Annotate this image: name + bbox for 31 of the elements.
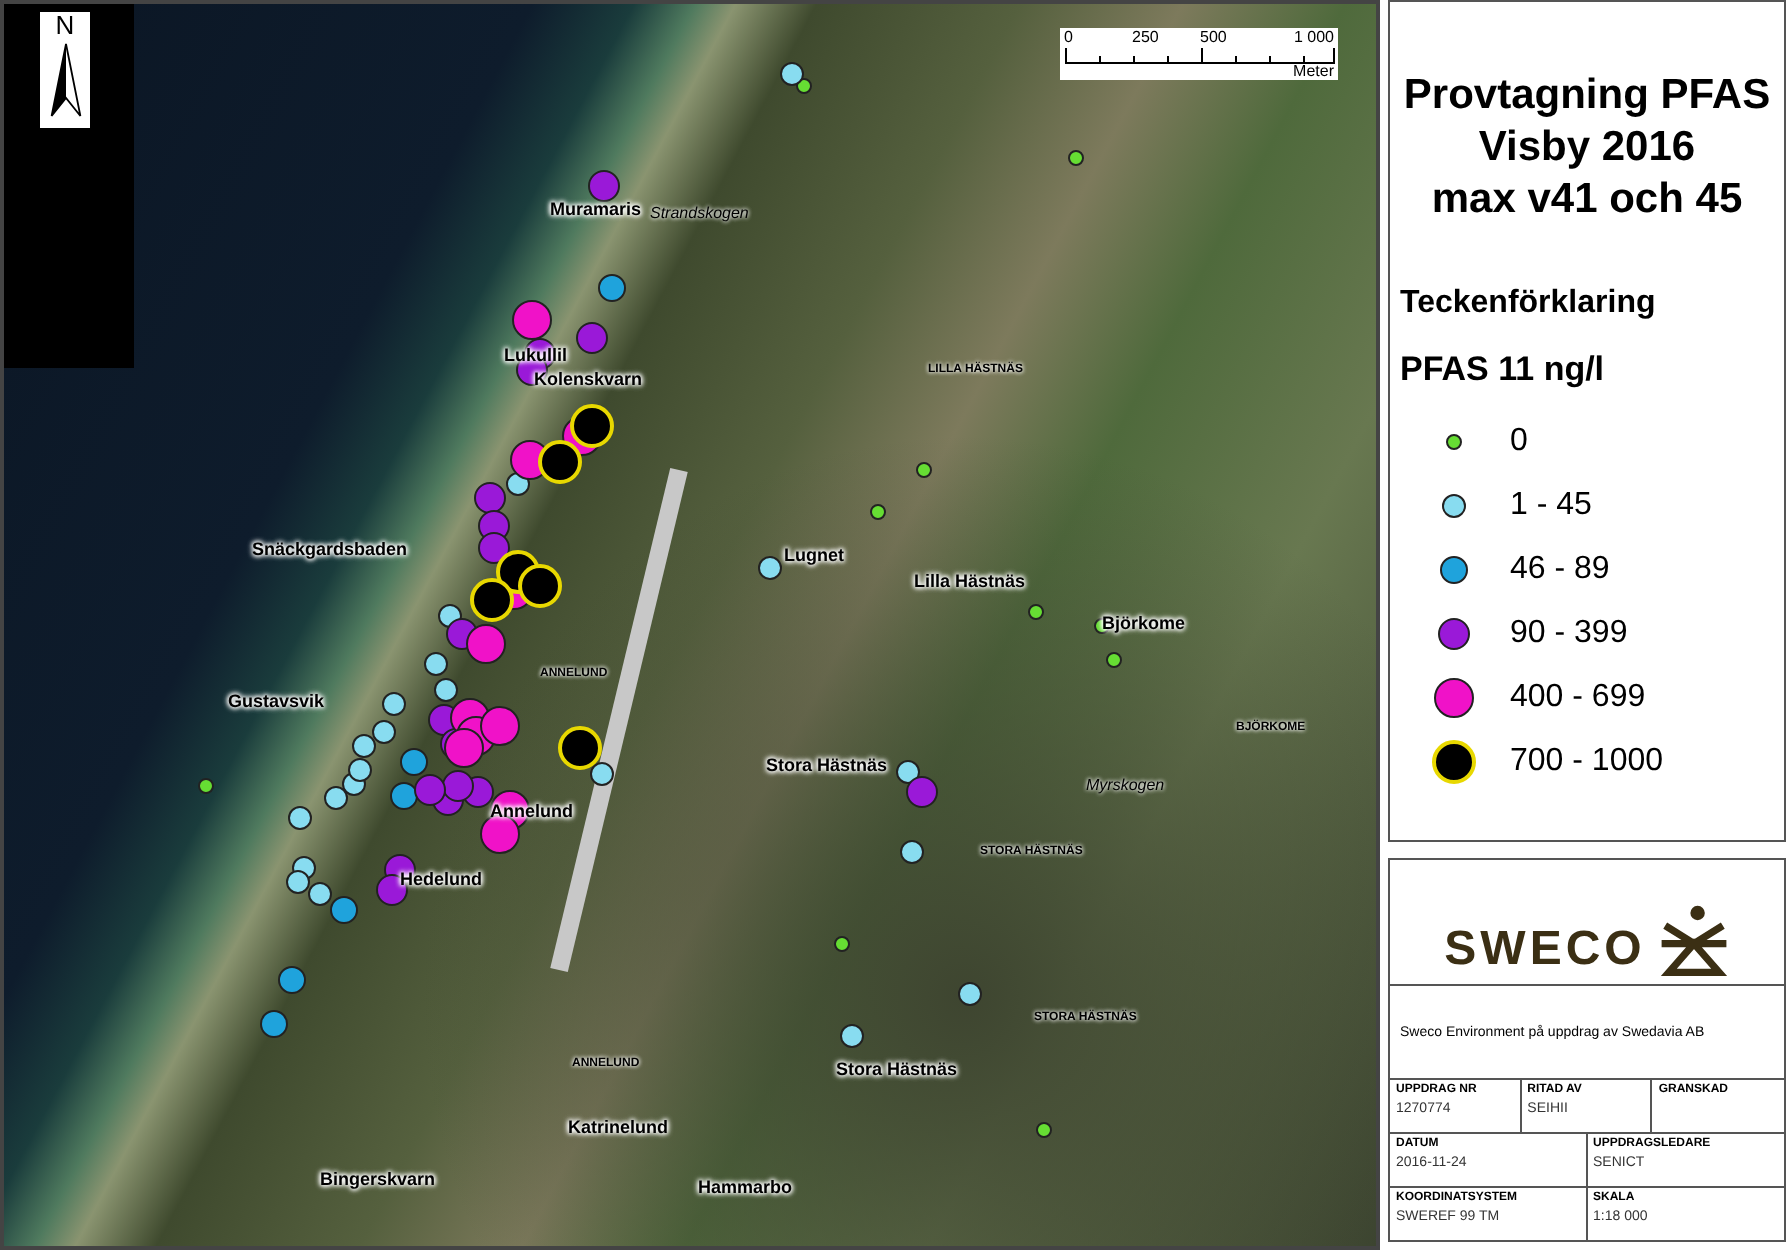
place-label: Stora Hästnäs bbox=[836, 1061, 958, 1079]
scale-label: 250 bbox=[1132, 28, 1159, 48]
legend-label: 46 - 89 bbox=[1510, 552, 1610, 588]
place-label: Stora Hästnäs bbox=[766, 757, 888, 775]
figure-logo-icon bbox=[1657, 904, 1730, 976]
scale-label: 1 000 bbox=[1293, 28, 1334, 48]
legend-label: 400 - 699 bbox=[1510, 680, 1646, 716]
legend-label: 700 - 1000 bbox=[1510, 744, 1664, 780]
legend-subheading: PFAS 11 ng/l bbox=[1400, 350, 1607, 390]
scale-label: 0 bbox=[1064, 28, 1073, 48]
place-label: Myrskogen bbox=[1086, 778, 1165, 794]
map-title: max v41 och 45 bbox=[1431, 174, 1743, 226]
place-label: Gustavsvik bbox=[228, 693, 325, 711]
legend-heading: Teckenförklaring bbox=[1400, 286, 1658, 322]
legend-label: 1 - 45 bbox=[1510, 488, 1592, 524]
map-title: Visby 2016 bbox=[1478, 122, 1696, 174]
place-label: Lugnet bbox=[784, 547, 844, 565]
map-title: Provtagning PFAS bbox=[1403, 70, 1771, 122]
scale-unit: Meter bbox=[1293, 64, 1334, 80]
north-label: N bbox=[55, 12, 75, 40]
place-label: Lilla Hästnäs bbox=[914, 573, 1026, 591]
place-label: Katrinelund bbox=[568, 1119, 669, 1137]
company-logo-text: SWECO bbox=[1444, 924, 1646, 976]
legend-label: 90 - 399 bbox=[1510, 616, 1628, 652]
place-label: Strandskogen bbox=[650, 206, 749, 222]
place-label: Muramaris bbox=[550, 201, 642, 219]
legend-label: 0 bbox=[1510, 424, 1528, 460]
scale-label: 500 bbox=[1200, 28, 1227, 48]
place-label: Hammarbo bbox=[698, 1179, 793, 1197]
north-arrow-icon bbox=[47, 40, 83, 120]
place-label: Bingerskvarn bbox=[320, 1171, 436, 1189]
